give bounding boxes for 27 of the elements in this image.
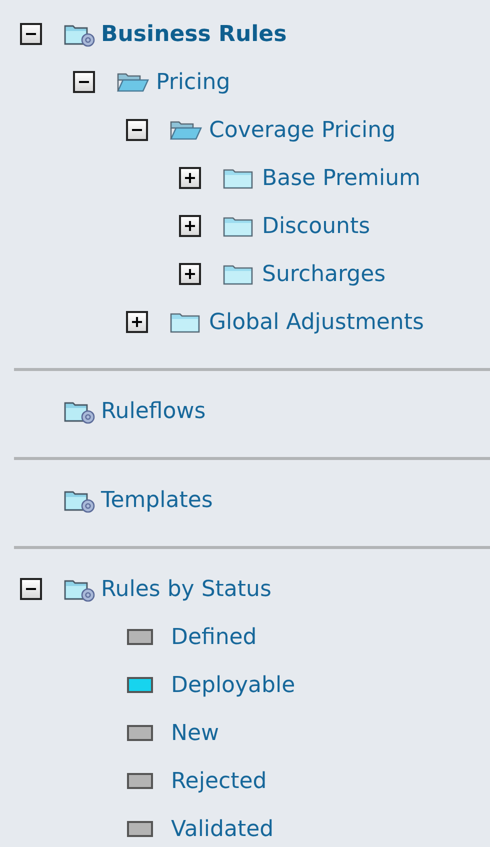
plus-icon (183, 267, 197, 281)
tree-item[interactable]: Business Rules (101, 22, 287, 46)
collapse-toggle[interactable] (126, 119, 148, 141)
tree-item[interactable]: Templates (101, 488, 213, 512)
collapse-toggle[interactable] (73, 71, 95, 93)
tree-item[interactable]: Rules by Status (101, 576, 272, 602)
tree-item[interactable]: Pricing (156, 70, 230, 94)
tree-item[interactable]: Deployable (171, 672, 296, 698)
collapse-toggle[interactable] (20, 23, 42, 45)
tree-item[interactable]: Discounts (262, 214, 370, 238)
collapse-toggle[interactable] (20, 578, 42, 600)
plus-icon (130, 315, 144, 329)
tree-item[interactable]: Rejected (171, 768, 267, 794)
tree-item[interactable]: New (171, 720, 219, 746)
tree-item[interactable]: Defined (171, 624, 257, 650)
tree-item[interactable]: Validated (171, 816, 274, 842)
tree-item[interactable]: Base Premium (262, 166, 420, 190)
tree-item[interactable]: Surcharges (262, 262, 386, 286)
expand-toggle[interactable] (126, 311, 148, 333)
expand-toggle[interactable] (179, 167, 201, 189)
tree-item[interactable]: Global Adjustments (209, 310, 424, 334)
expand-toggle[interactable] (179, 263, 201, 285)
plus-icon (183, 171, 197, 185)
tree-item[interactable]: Ruleflows (101, 398, 206, 424)
tree-item[interactable]: Coverage Pricing (209, 118, 396, 142)
expand-toggle[interactable] (179, 215, 201, 237)
plus-icon (183, 219, 197, 233)
